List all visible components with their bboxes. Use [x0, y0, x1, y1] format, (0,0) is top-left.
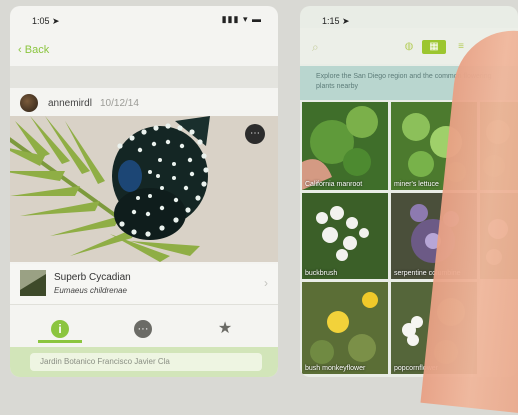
status-bar: 1:15 ➤ — [300, 6, 518, 28]
grid-item-label: California manroot — [305, 181, 363, 188]
taxon-thumbnail — [20, 270, 46, 296]
status-bar: 1:05 ➤ ▮▮▮ ▾ ▬ — [10, 6, 278, 28]
plant-photo — [302, 106, 378, 190]
location-bar: Jardin Botanico Francisco Javier Cla — [10, 347, 278, 377]
map-icon[interactable]: ◍ — [400, 40, 418, 54]
star-icon[interactable]: ★ — [216, 320, 234, 338]
grid-item-label: bush monkeyflower — [305, 365, 366, 372]
grid-icon[interactable]: ▦ — [422, 40, 446, 54]
status-icons: ▮▮▮ ▾ ▬ — [221, 14, 262, 24]
chevron-left-icon: ‹ — [18, 44, 25, 56]
plant-photo — [316, 206, 369, 261]
observation-detail-screen: 1:05 ➤ ▮▮▮ ▾ ▬ ‹ Back annemirdl 10/12/14 — [10, 6, 278, 377]
location-field[interactable]: Jardin Botanico Francisco Javier Cla — [30, 353, 262, 371]
back-button[interactable]: ‹ Back — [18, 44, 49, 56]
observation-date: 10/12/14 — [100, 98, 139, 109]
grid-item[interactable]: California manroot — [302, 102, 388, 190]
observer-row[interactable]: annemirdl 10/12/14 — [10, 92, 278, 118]
taxon-common-name: Superb Cycadian — [54, 272, 131, 283]
active-tab-indicator — [38, 340, 82, 343]
avatar[interactable] — [20, 94, 38, 112]
observer-username[interactable]: annemirdl — [48, 98, 92, 109]
plant-photo — [310, 292, 378, 364]
observation-photo[interactable]: ⋯ — [10, 116, 278, 262]
search-icon[interactable]: ⌕ — [312, 40, 319, 55]
grid-item[interactable]: buckbrush — [302, 193, 388, 279]
nav-band — [10, 66, 278, 88]
taxon-row[interactable]: Superb Cycadian Eumaeus childrenae › — [10, 264, 278, 305]
grid-item-label: miner's lettuce — [394, 181, 439, 188]
grid-item[interactable]: bush monkeyflower — [302, 282, 388, 374]
chevron-right-icon: › — [264, 276, 268, 290]
status-time: 1:15 ➤ — [322, 16, 350, 26]
taxon-scientific-name: Eumaeus childrenae — [54, 286, 127, 295]
back-label: Back — [24, 44, 50, 56]
activity-icon[interactable]: ··· — [134, 320, 152, 338]
status-time: 1:05 ➤ — [32, 16, 60, 26]
butterfly-photo — [10, 116, 278, 262]
more-icon[interactable]: ⋯ — [245, 124, 265, 144]
grid-item-label: buckbrush — [305, 270, 338, 277]
info-icon[interactable]: i — [51, 320, 69, 338]
